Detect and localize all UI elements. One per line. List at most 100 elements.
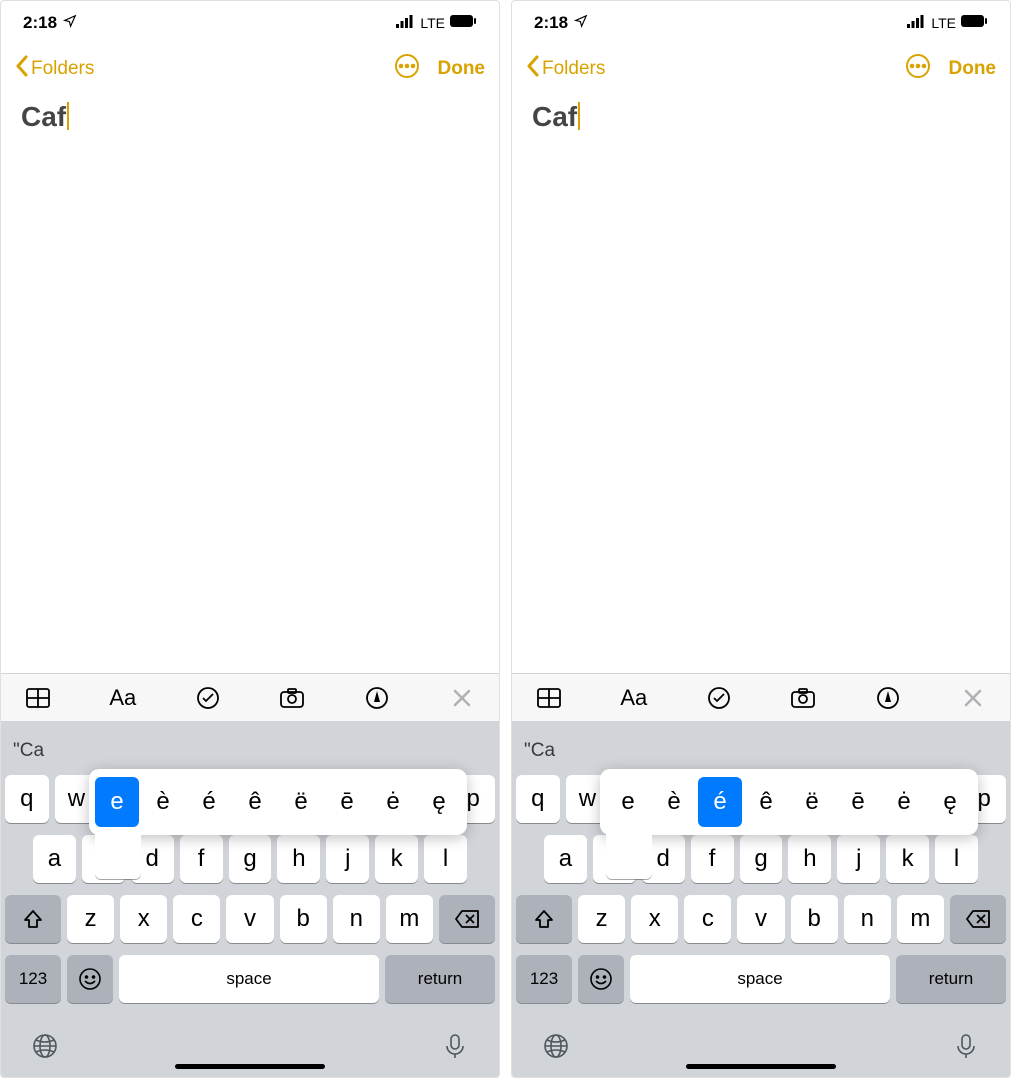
accent-option[interactable]: è <box>141 777 185 827</box>
accent-option[interactable]: ę <box>417 777 461 827</box>
key-q[interactable]: q <box>516 775 560 823</box>
camera-icon[interactable] <box>788 683 818 713</box>
accent-option[interactable]: é <box>698 777 742 827</box>
suggestion-text[interactable]: "Ca <box>524 740 555 762</box>
key-n[interactable]: n <box>844 895 891 943</box>
home-indicator[interactable] <box>175 1064 325 1069</box>
space-key[interactable]: space <box>119 955 379 1003</box>
key-z[interactable]: z <box>67 895 114 943</box>
key-c[interactable]: c <box>684 895 731 943</box>
space-key[interactable]: space <box>630 955 890 1003</box>
globe-icon[interactable] <box>31 1032 59 1065</box>
checklist-icon[interactable] <box>193 683 223 713</box>
suggestion-row: "Ca <box>5 727 495 775</box>
accent-option[interactable]: e <box>95 777 139 827</box>
key-h[interactable]: h <box>277 835 320 883</box>
key-g[interactable]: g <box>740 835 783 883</box>
accent-option[interactable]: ė <box>371 777 415 827</box>
text-cursor <box>67 102 69 130</box>
key-k[interactable]: k <box>886 835 929 883</box>
key-j[interactable]: j <box>326 835 369 883</box>
markup-icon[interactable] <box>362 683 392 713</box>
key-f[interactable]: f <box>691 835 734 883</box>
key-g[interactable]: g <box>229 835 272 883</box>
backspace-key[interactable] <box>950 895 1006 943</box>
note-title: Caf <box>532 101 577 133</box>
close-icon[interactable] <box>958 683 988 713</box>
return-key[interactable]: return <box>896 955 1006 1003</box>
numeric-key[interactable]: 123 <box>516 955 572 1003</box>
suggestion-text[interactable]: "Ca <box>13 740 44 762</box>
shift-key[interactable] <box>516 895 572 943</box>
table-icon[interactable] <box>534 683 564 713</box>
accent-option[interactable]: ē <box>325 777 369 827</box>
key-v[interactable]: v <box>226 895 273 943</box>
globe-icon[interactable] <box>542 1032 570 1065</box>
accent-popup: e è é ê ë ē ė ę <box>600 769 978 835</box>
done-button[interactable]: Done <box>949 58 997 80</box>
accent-option[interactable]: ê <box>233 777 277 827</box>
key-x[interactable]: x <box>631 895 678 943</box>
accent-option[interactable]: ê <box>744 777 788 827</box>
back-button[interactable]: Folders <box>15 55 94 83</box>
camera-icon[interactable] <box>277 683 307 713</box>
accent-option[interactable]: e <box>606 777 650 827</box>
key-n[interactable]: n <box>333 895 380 943</box>
accent-option[interactable]: é <box>187 777 231 827</box>
return-key[interactable]: return <box>385 955 495 1003</box>
close-icon[interactable] <box>447 683 477 713</box>
note-body[interactable]: Caf <box>512 93 1010 673</box>
shift-key[interactable] <box>5 895 61 943</box>
key-a[interactable]: a <box>544 835 587 883</box>
signal-icon <box>907 13 927 33</box>
backspace-key[interactable] <box>439 895 495 943</box>
key-b[interactable]: b <box>280 895 327 943</box>
accent-option[interactable]: ę <box>928 777 972 827</box>
network-label: LTE <box>420 15 445 31</box>
emoji-key[interactable] <box>578 955 624 1003</box>
text-cursor <box>578 102 580 130</box>
key-f[interactable]: f <box>180 835 223 883</box>
key-x[interactable]: x <box>120 895 167 943</box>
key-a[interactable]: a <box>33 835 76 883</box>
key-m[interactable]: m <box>386 895 433 943</box>
key-m[interactable]: m <box>897 895 944 943</box>
key-l[interactable]: l <box>935 835 978 883</box>
key-b[interactable]: b <box>791 895 838 943</box>
numeric-key[interactable]: 123 <box>5 955 61 1003</box>
checklist-icon[interactable] <box>704 683 734 713</box>
mic-icon[interactable] <box>952 1032 980 1065</box>
back-label: Folders <box>542 58 605 80</box>
text-format-button[interactable]: Aa <box>108 683 138 713</box>
home-indicator[interactable] <box>686 1064 836 1069</box>
accent-option[interactable]: ë <box>279 777 323 827</box>
keyboard-toolbar: Aa <box>512 673 1010 721</box>
back-label: Folders <box>31 58 94 80</box>
back-button[interactable]: Folders <box>526 55 605 83</box>
key-q[interactable]: q <box>5 775 49 823</box>
emoji-key[interactable] <box>67 955 113 1003</box>
key-j[interactable]: j <box>837 835 880 883</box>
key-k[interactable]: k <box>375 835 418 883</box>
more-button[interactable] <box>905 53 931 85</box>
signal-icon <box>396 13 416 33</box>
markup-icon[interactable] <box>873 683 903 713</box>
key-z[interactable]: z <box>578 895 625 943</box>
table-icon[interactable] <box>23 683 53 713</box>
accent-option[interactable]: ē <box>836 777 880 827</box>
key-h[interactable]: h <box>788 835 831 883</box>
nav-bar: Folders Done <box>1 45 499 93</box>
accent-option[interactable]: ë <box>790 777 834 827</box>
status-time: 2:18 <box>23 13 57 33</box>
done-button[interactable]: Done <box>438 58 486 80</box>
text-format-button[interactable]: Aa <box>619 683 649 713</box>
accent-option[interactable]: ė <box>882 777 926 827</box>
accent-option[interactable]: è <box>652 777 696 827</box>
key-v[interactable]: v <box>737 895 784 943</box>
note-body[interactable]: Caf <box>1 93 499 673</box>
key-c[interactable]: c <box>173 895 220 943</box>
more-button[interactable] <box>394 53 420 85</box>
mic-icon[interactable] <box>441 1032 469 1065</box>
network-label: LTE <box>931 15 956 31</box>
key-l[interactable]: l <box>424 835 467 883</box>
